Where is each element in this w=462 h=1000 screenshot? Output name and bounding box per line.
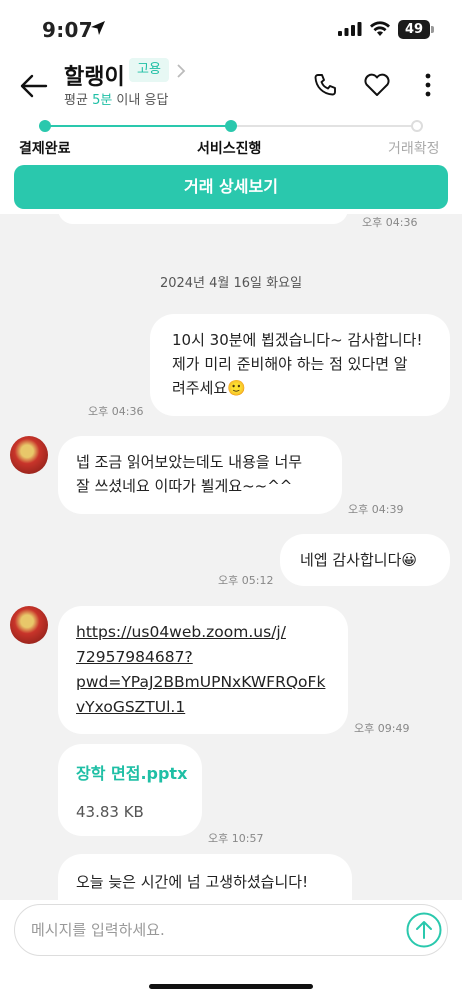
message-line: 넵 조금 읽어보았는데도 내용을 너무 (76, 453, 303, 471)
file-attachment-bubble[interactable]: 장학 면접.pptx 43.83 KB (58, 744, 202, 836)
message-input[interactable] (31, 905, 401, 955)
response-time: 평균 5분 이내 응답 (64, 89, 168, 108)
heart-icon[interactable] (363, 72, 391, 98)
message-time: 오후 10:57 (208, 832, 264, 845)
cellular-signal-icon (338, 22, 362, 36)
file-name[interactable]: 장학 면접.pptx (76, 762, 202, 786)
message-bubble-received: 넵 조금 읽어보았는데도 내용을 너무 잘 쓰셨네요 이따가 뵐게요~~^^ (58, 436, 342, 514)
partner-avatar[interactable] (10, 436, 48, 474)
send-arrow-icon[interactable] (405, 911, 443, 949)
step-label-paid: 결제완료 (19, 141, 71, 157)
partner-avatar[interactable] (10, 606, 48, 644)
wifi-icon (370, 21, 390, 36)
home-indicator (149, 984, 313, 989)
message-bubble-sent: 네엡 감사합니다😀 (280, 534, 450, 586)
partner-name[interactable]: 할랭이 (64, 59, 125, 91)
response-prefix: 평균 (64, 93, 93, 108)
more-options-icon[interactable] (424, 72, 432, 98)
battery-cap (431, 26, 434, 33)
step-dot-done (39, 120, 51, 132)
zoom-link-line[interactable]: 72957984687? (76, 645, 348, 670)
message-line: 10시 30분에 뵙겠습니다~ 감사합니다! (172, 331, 423, 349)
message-line: 네엡 감사합니다😀 (300, 551, 418, 569)
location-arrow-icon (91, 21, 105, 35)
message-line: 잘 쓰셨네요 이따가 뵐게요~~^^ (76, 477, 293, 495)
message-time: 오후 09:49 (354, 722, 410, 735)
message-input-box[interactable] (14, 904, 448, 956)
response-highlight: 5분 (92, 93, 113, 108)
message-time: 오후 05:12 (218, 574, 274, 587)
step-label-in-progress: 서비스진행 (197, 141, 262, 157)
back-arrow-icon[interactable] (18, 72, 50, 100)
phone-icon[interactable] (312, 72, 338, 98)
step-dot-pending (411, 120, 423, 132)
message-time-partial: 오후 04:36 (362, 216, 418, 229)
message-line: 제가 미리 준비해야 하는 점 있다면 알 (172, 355, 408, 373)
chevron-right-icon[interactable] (176, 63, 186, 79)
message-time: 오후 04:36 (88, 405, 144, 418)
transaction-progress: 결제완료 서비스진행 거래확정 (0, 118, 462, 158)
step-label-confirm: 거래확정 (388, 141, 440, 157)
message-line: 려주세요🙂 (172, 379, 246, 397)
message-line: 오늘 늦은 시간에 넘 고생하셨습니다! (76, 873, 309, 891)
hire-badge: 고용 (129, 58, 169, 82)
zoom-link-line[interactable]: https://us04web.zoom.us/j/ (76, 620, 348, 645)
date-separator: 2024년 4월 16일 화요일 (159, 276, 303, 291)
chat-messages[interactable]: 오후 04:36 2024년 4월 16일 화요일 10시 30분에 뵙겠습니다… (0, 214, 462, 900)
response-suffix: 이내 응답 (112, 93, 169, 108)
transaction-detail-button[interactable]: 거래 상세보기 (14, 165, 448, 209)
message-bubble-received: 오늘 늦은 시간에 넘 고생하셨습니다! (58, 854, 352, 900)
message-bubble-partial (58, 214, 348, 224)
message-bubble-link[interactable]: https://us04web.zoom.us/j/ 72957984687? … (58, 606, 348, 734)
zoom-link-line[interactable]: vYxoGSZTUl.1 (76, 695, 348, 720)
zoom-link-line[interactable]: pwd=YPaJ2BBmUPNxKWFRQoFk (76, 670, 348, 695)
battery-indicator: 49 (398, 20, 430, 39)
message-bubble-sent: 10시 30분에 뵙겠습니다~ 감사합니다! 제가 미리 준비해야 하는 점 있… (150, 314, 450, 416)
progress-line-done (45, 125, 231, 127)
clock: 9:07 (42, 18, 93, 42)
file-size: 43.83 KB (76, 803, 144, 821)
status-bar: 9:07 49 (0, 0, 462, 56)
progress-line-pending (231, 125, 417, 127)
message-time: 오후 04:39 (348, 503, 404, 516)
step-dot-current (225, 120, 237, 132)
chat-header: 할랭이 고용 평균 5분 이내 응답 (0, 56, 462, 118)
